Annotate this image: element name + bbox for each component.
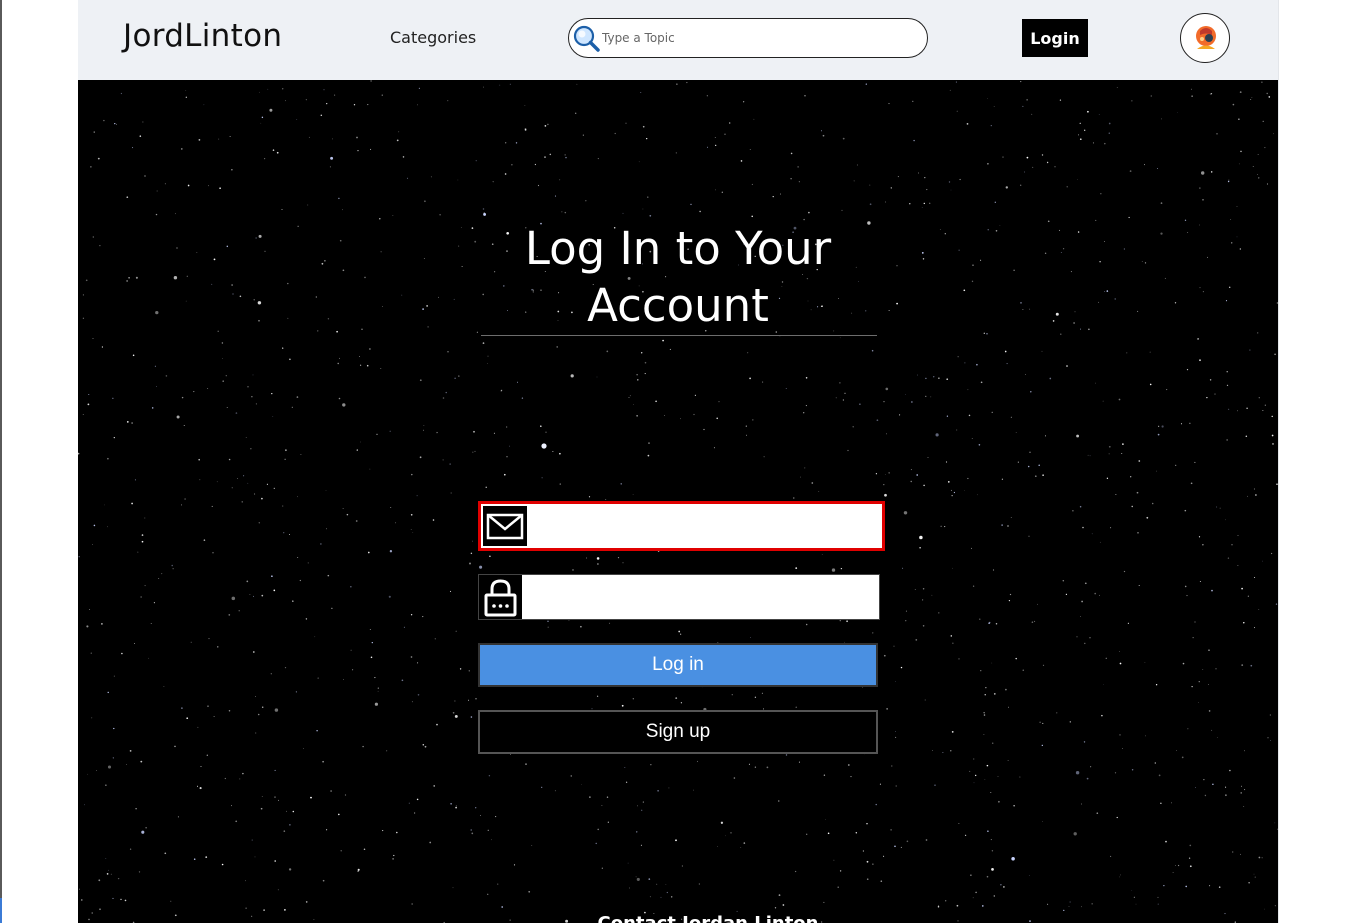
search-bar[interactable] [568,18,928,58]
page: JordLinton Categories Login Log In to [78,0,1278,923]
page-title-line2: Account [587,279,769,332]
password-icon-box [479,575,522,619]
footer-contact-text: Contact Jordan Linton [558,913,858,923]
envelope-icon [486,513,524,540]
user-avatar-icon [1196,26,1216,49]
page-title-line1: Log In to Your [524,222,832,275]
avatar[interactable] [1180,13,1230,63]
search-icon [573,25,600,52]
page-title: Log In to Your Account [458,220,898,334]
password-field[interactable] [478,574,880,620]
hero-starfield: Log In to Your Account Log in Sign up [78,80,1278,923]
brand-logo[interactable]: JordLinton [123,18,282,54]
lock-icon [484,579,517,617]
title-divider [481,335,877,336]
window-left-edge [0,0,2,923]
window-left-edge-marker [0,898,2,923]
page-right-edge [1278,0,1279,923]
nav-categories-link[interactable]: Categories [390,28,476,47]
password-input[interactable] [523,575,879,619]
signup-button[interactable]: Sign up [478,710,878,754]
login-submit-button[interactable]: Log in [478,643,878,687]
email-field[interactable] [478,501,885,551]
login-button[interactable]: Login [1022,19,1088,57]
search-input[interactable] [602,27,902,49]
email-icon-box [483,506,527,546]
email-input[interactable] [529,506,879,546]
navbar: JordLinton Categories Login [78,0,1278,80]
